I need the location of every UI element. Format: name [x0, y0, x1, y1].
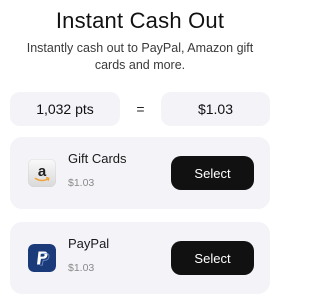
option-name: Gift Cards [68, 151, 127, 166]
select-paypal-button[interactable]: Select [171, 241, 254, 275]
option-price: $1.03 [68, 262, 95, 274]
points-value: 1,032 pts [10, 92, 120, 126]
page-subtitle: Instantly cash out to PayPal, Amazon gif… [26, 41, 254, 72]
cash-value: $1.03 [161, 92, 270, 126]
option-price: $1.03 [68, 177, 95, 189]
option-card-gift-cards: a Gift Cards $1.03 Select [10, 137, 270, 209]
option-name: PayPal [68, 236, 110, 251]
equals-sign: = [136, 101, 145, 117]
conversion-row: 1,032 pts = $1.03 [10, 92, 270, 126]
amazon-logo-icon: a [28, 159, 56, 187]
svg-text:a: a [38, 163, 47, 180]
option-card-paypal: PayPal $1.03 Select [10, 222, 270, 294]
select-gift-cards-button[interactable]: Select [171, 156, 254, 190]
page-title: Instant Cash Out [55, 8, 225, 33]
paypal-logo-icon [28, 244, 56, 272]
